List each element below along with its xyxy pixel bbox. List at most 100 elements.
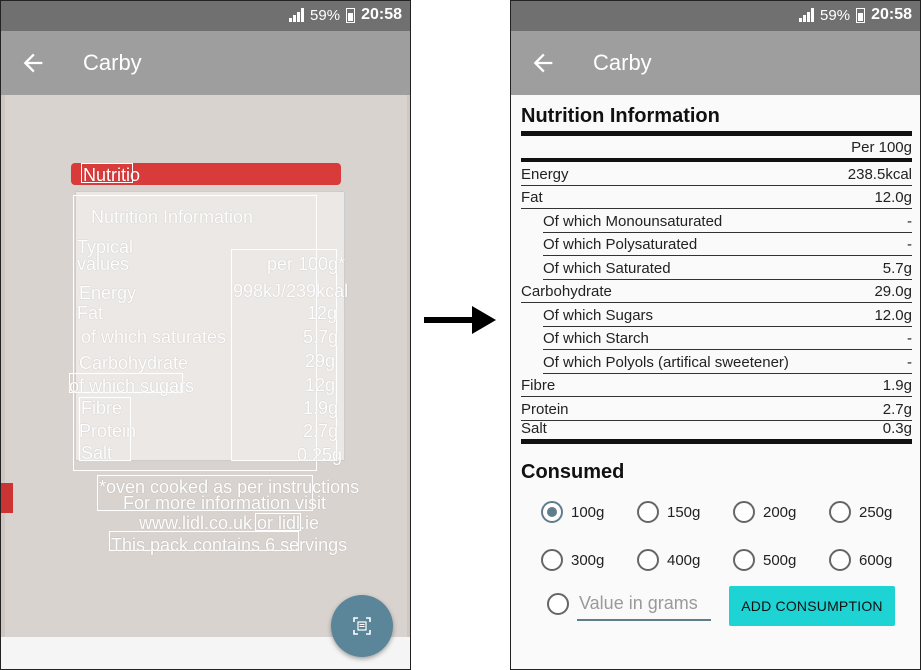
ocr-word: per 100g* — [267, 254, 346, 274]
ocr-word: 12g — [307, 303, 338, 323]
nutrient-value: - — [907, 330, 912, 347]
radio-label: 150g — [667, 503, 701, 521]
add-consumption-button[interactable]: ADD CONSUMPTION — [729, 586, 895, 626]
custom-amount-radio[interactable] — [547, 593, 569, 615]
nutrient-label: Of which Polyols (artifical sweetener) — [543, 353, 789, 371]
camera-screen: 59% 20:58 Carby Nutritio Nutrition Infor… — [0, 0, 411, 670]
nutrient-value: - — [907, 353, 912, 371]
nutrient-label: Fibre — [521, 377, 556, 394]
nutrient-label: Energy — [521, 165, 569, 183]
nutrient-value: - — [907, 212, 912, 230]
ocr-word: values — [77, 254, 130, 274]
ocr-word: 29g — [305, 351, 336, 371]
scan-button[interactable] — [331, 595, 393, 657]
nutrient-value: 238.5kcal — [847, 165, 912, 183]
ocr-word: Fat — [77, 303, 104, 323]
portion-option-150g[interactable]: 150g — [637, 501, 700, 523]
status-bar: 59% 20:58 — [511, 1, 920, 31]
ocr-word: This pack contains 6 servings — [111, 535, 348, 555]
right-arrow-icon — [424, 306, 496, 334]
radio-button[interactable] — [541, 501, 563, 523]
nutrition-row: Protein 2.7g — [521, 397, 912, 421]
radio-button[interactable] — [829, 549, 851, 571]
nutrient-value: 29.0g — [874, 283, 912, 300]
scan-icon — [353, 617, 371, 635]
radio-label: 500g — [763, 551, 797, 569]
battery-percent: 59% — [820, 6, 851, 24]
portion-option-300g[interactable]: 300g — [541, 549, 604, 571]
ocr-word: 1.9g — [303, 398, 339, 418]
radio-label: 300g — [571, 551, 605, 569]
nutrient-label: Protein — [521, 400, 569, 418]
battery-icon — [346, 7, 356, 23]
battery-percent: 59% — [310, 6, 341, 24]
nutrient-label: Of which Monounsaturated — [543, 212, 723, 230]
label-red-edge — [1, 483, 13, 513]
ocr-word: 12g — [305, 375, 336, 395]
ocr-word: www.lidl.co.uk or lidl.ie — [139, 513, 320, 533]
radio-button[interactable] — [829, 501, 851, 523]
radio-label: 400g — [667, 551, 701, 569]
nutrition-title: Nutrition Information — [521, 105, 720, 127]
ocr-word: Nutritio — [83, 165, 141, 185]
nutrient-value: 1.9g — [882, 377, 912, 394]
radio-button[interactable] — [541, 549, 563, 571]
nutrition-row: Of which Polyols (artifical sweetener) - — [543, 350, 912, 374]
radio-button[interactable] — [733, 501, 755, 523]
nutrition-row: Of which Saturated 5.7g — [543, 256, 912, 280]
ocr-word: 998kJ/239kcal — [233, 281, 349, 301]
nutrition-row: Of which Monounsaturated - — [543, 209, 912, 233]
back-arrow-icon[interactable] — [19, 49, 47, 77]
portion-option-500g[interactable]: 500g — [733, 549, 796, 571]
per-100g-header: Per 100g — [521, 136, 912, 162]
nutrient-value: 2.7g — [882, 400, 912, 418]
back-arrow-icon[interactable] — [529, 49, 557, 77]
portion-option-600g[interactable]: 600g — [829, 549, 892, 571]
ocr-word: Energy — [79, 283, 137, 303]
ocr-word: 0.25g — [297, 445, 343, 465]
nutrition-screen: 59% 20:58 Carby Nutrition Information Pe… — [510, 0, 921, 670]
nutrient-label: Carbohydrate — [521, 283, 612, 300]
nutrient-value: 0.3g — [882, 420, 912, 437]
grams-input[interactable] — [577, 587, 711, 621]
nutrition-row: Carbohydrate 29.0g — [521, 280, 912, 303]
battery-icon — [856, 7, 866, 23]
nutrition-row: Energy 238.5kcal — [521, 162, 912, 186]
app-title: Carby — [593, 50, 652, 75]
portion-option-400g[interactable]: 400g — [637, 549, 700, 571]
ocr-word: Protein — [79, 421, 137, 441]
nutrient-value: - — [907, 236, 912, 253]
nutrition-row: Of which Polysaturated - — [543, 233, 912, 256]
nutrition-row: Salt 0.3g — [521, 420, 912, 444]
radio-label: 200g — [763, 503, 797, 521]
ocr-word: 5.7g — [303, 327, 339, 347]
nutrient-label: Of which Polysaturated — [543, 236, 698, 253]
ocr-word: of which saturates — [81, 327, 227, 347]
ocr-word: For more information visit — [123, 493, 327, 513]
nutrient-value: 12.0g — [874, 189, 912, 206]
radio-button[interactable] — [637, 549, 659, 571]
radio-label: 100g — [571, 503, 605, 521]
nutrition-row: Fat 12.0g — [521, 186, 912, 209]
status-time: 20:58 — [361, 6, 402, 23]
nutrient-label: Of which Saturated — [543, 259, 671, 277]
ocr-word: Fibre — [81, 398, 123, 418]
radio-label: 250g — [859, 503, 893, 521]
portion-option-200g[interactable]: 200g — [733, 501, 796, 523]
portion-option-250g[interactable]: 250g — [829, 501, 892, 523]
nutrition-row: Fibre 1.9g — [521, 374, 912, 397]
radio-label: 600g — [859, 551, 893, 569]
camera-preview: Nutritio Nutrition Information Typical v… — [1, 95, 410, 637]
ocr-word: Nutrition Information — [91, 207, 254, 227]
nutrient-value: 12.0g — [874, 306, 912, 324]
app-title: Carby — [83, 50, 142, 75]
radio-button[interactable] — [733, 549, 755, 571]
radio-button[interactable] — [637, 501, 659, 523]
custom-amount-row — [547, 587, 711, 621]
nutrient-label: Of which Starch — [543, 330, 649, 347]
nutrient-value: 5.7g — [882, 259, 912, 277]
app-bar: Carby — [511, 31, 920, 95]
per-label: Per 100g — [851, 139, 912, 156]
ocr-word: of which sugars — [69, 376, 195, 396]
portion-option-100g[interactable]: 100g — [541, 501, 604, 523]
